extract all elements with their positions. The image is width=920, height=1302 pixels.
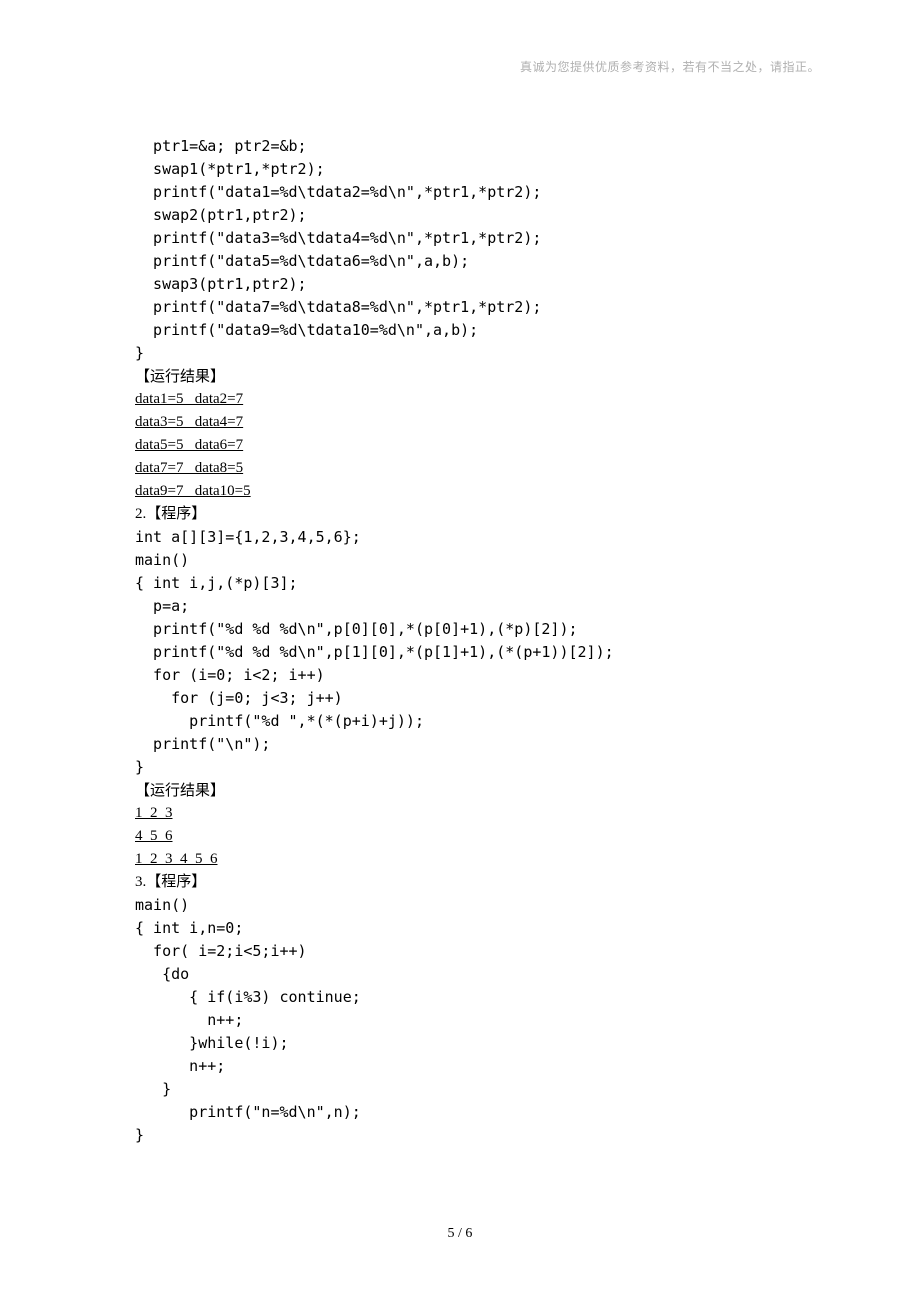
code-line: data5=5 data6=7 — [135, 434, 815, 457]
code-line: data1=5 data2=7 — [135, 388, 815, 411]
code-line: } — [135, 342, 815, 365]
code-line: printf("\n"); — [135, 733, 815, 756]
code-line: } — [135, 756, 815, 779]
code-line: swap3(ptr1,ptr2); — [135, 273, 815, 296]
code-line: printf("%d ",*(*(p+i)+j)); — [135, 710, 815, 733]
code-line: {do — [135, 963, 815, 986]
code-line: n++; — [135, 1009, 815, 1032]
page-number: 5 / 6 — [0, 1226, 920, 1242]
code-line: data3=5 data4=7 — [135, 411, 815, 434]
code-line: { int i,n=0; — [135, 917, 815, 940]
code-line: swap2(ptr1,ptr2); — [135, 204, 815, 227]
code-line: for (j=0; j<3; j++) — [135, 687, 815, 710]
header-note: 真诚为您提供优质参考资料，若有不当之处，请指正。 — [520, 58, 820, 75]
code-line: printf("data5=%d\tdata6=%d\n",a,b); — [135, 250, 815, 273]
code-line: ptr1=&a; ptr2=&b; — [135, 135, 815, 158]
document-content: ptr1=&a; ptr2=&b; swap1(*ptr1,*ptr2); pr… — [135, 135, 815, 1147]
code-line: { int i,j,(*p)[3]; — [135, 572, 815, 595]
code-line: for( i=2;i<5;i++) — [135, 940, 815, 963]
code-line: printf("data7=%d\tdata8=%d\n",*ptr1,*ptr… — [135, 296, 815, 319]
code-line: printf("n=%d\n",n); — [135, 1101, 815, 1124]
code-line: data7=7 data8=5 — [135, 457, 815, 480]
code-line: printf("%d %d %d\n",p[0][0],*(p[0]+1),(*… — [135, 618, 815, 641]
code-line: 3.【程序】 — [135, 871, 815, 894]
code-line: main() — [135, 549, 815, 572]
code-line: for (i=0; i<2; i++) — [135, 664, 815, 687]
code-line: 2.【程序】 — [135, 503, 815, 526]
code-line: 4 5 6 — [135, 825, 815, 848]
code-line: 【运行结果】 — [135, 365, 815, 388]
code-line: } — [135, 1078, 815, 1101]
code-line: { if(i%3) continue; — [135, 986, 815, 1009]
code-line: main() — [135, 894, 815, 917]
code-line: printf("data9=%d\tdata10=%d\n",a,b); — [135, 319, 815, 342]
code-line: 1 2 3 — [135, 802, 815, 825]
code-line: swap1(*ptr1,*ptr2); — [135, 158, 815, 181]
code-line: }while(!i); — [135, 1032, 815, 1055]
code-line: int a[][3]={1,2,3,4,5,6}; — [135, 526, 815, 549]
code-line: printf("data1=%d\tdata2=%d\n",*ptr1,*ptr… — [135, 181, 815, 204]
code-line: p=a; — [135, 595, 815, 618]
code-line: n++; — [135, 1055, 815, 1078]
code-line: printf("data3=%d\tdata4=%d\n",*ptr1,*ptr… — [135, 227, 815, 250]
code-line: 1 2 3 4 5 6 — [135, 848, 815, 871]
code-line: data9=7 data10=5 — [135, 480, 815, 503]
code-line: } — [135, 1124, 815, 1147]
code-line: 【运行结果】 — [135, 779, 815, 802]
code-line: printf("%d %d %d\n",p[1][0],*(p[1]+1),(*… — [135, 641, 815, 664]
